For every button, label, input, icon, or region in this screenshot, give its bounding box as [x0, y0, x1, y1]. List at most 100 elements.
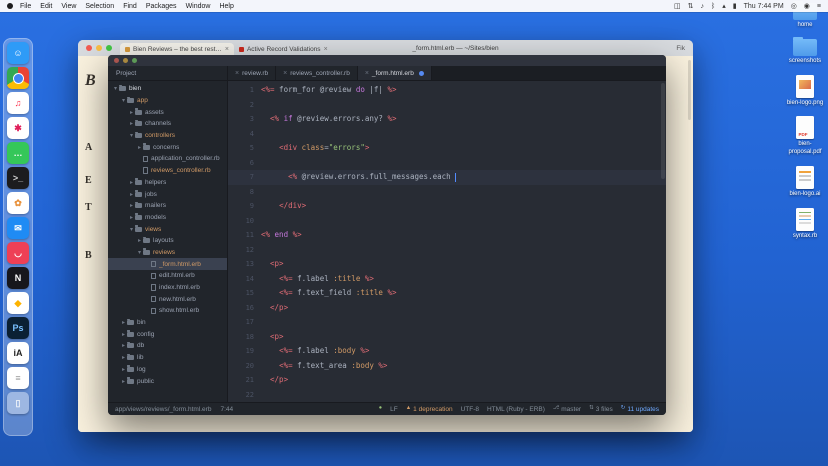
tree-item-bien[interactable]: ▾bien: [108, 83, 227, 95]
minimize-window-icon[interactable]: [123, 58, 128, 63]
browser-scrollbar[interactable]: [688, 60, 691, 120]
code-line-20[interactable]: 20 <%= f.text_area :body %>: [228, 359, 666, 374]
sketch-dock-icon[interactable]: ◆: [7, 292, 29, 314]
line-ending[interactable]: LF: [390, 406, 398, 413]
tree-item-app[interactable]: ▾app: [108, 95, 227, 107]
notion-dock-icon[interactable]: N: [7, 267, 29, 289]
tree-item-mailers[interactable]: ▸mailers: [108, 200, 227, 212]
tree-item-concerns[interactable]: ▸concerns: [108, 141, 227, 153]
syntax-rb[interactable]: syntax.rb: [783, 208, 827, 241]
code-line-17[interactable]: 17: [228, 315, 666, 330]
screenshots-folder[interactable]: screenshots: [783, 39, 827, 66]
code-line-22[interactable]: 22: [228, 388, 666, 403]
menu-item-help[interactable]: Help: [219, 3, 233, 10]
ia-writer-dock-icon[interactable]: iA: [7, 342, 29, 364]
close-icon[interactable]: ×: [283, 70, 287, 77]
bien-proposal-pdf[interactable]: bien-proposal.pdf: [783, 116, 827, 157]
sync-icon[interactable]: ⇅: [688, 3, 694, 10]
cursor-position[interactable]: 7:44: [220, 406, 233, 413]
trash-dock-icon[interactable]: ▯: [7, 392, 29, 414]
tree-item-jobs[interactable]: ▸jobs: [108, 188, 227, 200]
tree-item-public[interactable]: ▸public: [108, 375, 227, 387]
bien-logo-ai[interactable]: bien-logo.ai: [783, 166, 827, 199]
code-editor[interactable]: 1<%= form_for @review do |f| %>23 <% if …: [228, 81, 666, 402]
code-line-8[interactable]: 8: [228, 185, 666, 200]
battery-icon[interactable]: ▮: [733, 3, 737, 10]
terminal-dock-icon[interactable]: >_: [7, 167, 29, 189]
deprecation-warning[interactable]: ▲1 deprecation: [406, 406, 453, 413]
code-line-12[interactable]: 12: [228, 243, 666, 258]
menu-item-view[interactable]: View: [61, 3, 76, 10]
close-icon[interactable]: ×: [365, 70, 369, 77]
chrome-dock-icon[interactable]: [7, 67, 29, 89]
editor-tab-form-html-erb[interactable]: ×_form.html.erb: [358, 66, 432, 80]
pocket-dock-icon[interactable]: ◡: [7, 242, 29, 264]
menu-item-find[interactable]: Find: [123, 3, 137, 10]
menu-clock[interactable]: Thu 7:44 PM: [744, 3, 784, 10]
grammar[interactable]: HTML (Ruby - ERB): [487, 406, 545, 413]
code-line-2[interactable]: 2: [228, 98, 666, 113]
tree-item-new-html-erb[interactable]: new.html.erb: [108, 293, 227, 305]
wifi-icon[interactable]: ▴: [722, 3, 726, 10]
photos-dock-icon[interactable]: ✿: [7, 192, 29, 214]
close-icon[interactable]: ×: [225, 46, 229, 53]
tree-item-log[interactable]: ▸log: [108, 364, 227, 376]
dropbox-icon[interactable]: ◫: [674, 3, 681, 10]
tree-item-config[interactable]: ▸config: [108, 328, 227, 340]
code-line-4[interactable]: 4: [228, 127, 666, 142]
textedit-dock-icon[interactable]: ≡: [7, 367, 29, 389]
photoshop-dock-icon[interactable]: Ps: [7, 317, 29, 339]
tree-item-controllers[interactable]: ▾controllers: [108, 130, 227, 142]
bien-logo-image[interactable]: bien-logo.png: [783, 75, 827, 108]
tree-item-show-html-erb[interactable]: show.html.erb: [108, 305, 227, 317]
package-updates[interactable]: ↻11 updates: [621, 406, 659, 413]
close-icon[interactable]: ×: [235, 70, 239, 77]
close-window-icon[interactable]: [114, 58, 119, 63]
menu-item-selection[interactable]: Selection: [85, 3, 114, 10]
messages-dock-icon[interactable]: …: [7, 142, 29, 164]
tree-item-edit-html-erb[interactable]: edit.html.erb: [108, 270, 227, 282]
code-line-11[interactable]: 11<% end %>: [228, 228, 666, 243]
menu-item-packages[interactable]: Packages: [146, 3, 177, 10]
code-line-16[interactable]: 16 </p>: [228, 301, 666, 316]
menu-item-window[interactable]: Window: [186, 3, 211, 10]
code-line-3[interactable]: 3 <% if @review.errors.any? %>: [228, 112, 666, 127]
volume-icon[interactable]: ♪: [701, 3, 705, 10]
code-line-1[interactable]: 1<%= form_for @review do |f| %>: [228, 83, 666, 98]
tree-item-bin[interactable]: ▸bin: [108, 317, 227, 329]
menu-item-file[interactable]: File: [20, 3, 31, 10]
tree-item-index-html-erb[interactable]: index.html.erb: [108, 282, 227, 294]
git-files[interactable]: ⇅3 files: [589, 406, 613, 413]
mail-dock-icon[interactable]: ✉: [7, 217, 29, 239]
code-line-15[interactable]: 15 <%= f.text_field :title %>: [228, 286, 666, 301]
code-line-5[interactable]: 5 <div class="errors">: [228, 141, 666, 156]
editor-tab-reviews-controller-rb[interactable]: ×reviews_controller.rb: [276, 66, 358, 80]
tree-item-reviews[interactable]: ▾reviews: [108, 247, 227, 259]
tree-item-form-html-erb[interactable]: _form.html.erb: [108, 258, 227, 270]
close-window-icon[interactable]: [86, 45, 92, 51]
tree-item-views[interactable]: ▾views: [108, 223, 227, 235]
tree-item-helpers[interactable]: ▸helpers: [108, 177, 227, 189]
minimize-window-icon[interactable]: [96, 45, 102, 51]
tree-item-models[interactable]: ▸models: [108, 212, 227, 224]
code-line-7[interactable]: 7 <% @review.errors.full_messages.each: [228, 170, 666, 185]
bluetooth-icon[interactable]: ᛒ: [711, 3, 715, 10]
tree-item-layouts[interactable]: ▸layouts: [108, 235, 227, 247]
code-line-6[interactable]: 6: [228, 156, 666, 171]
editor-scrollbar[interactable]: [661, 83, 665, 179]
tree-item-application-controller-rb[interactable]: application_controller.rb: [108, 153, 227, 165]
menu-item-edit[interactable]: Edit: [40, 3, 52, 10]
code-line-9[interactable]: 9 </div>: [228, 199, 666, 214]
code-line-21[interactable]: 21 </p>: [228, 373, 666, 388]
code-line-10[interactable]: 10: [228, 214, 666, 229]
code-line-14[interactable]: 14 <%= f.label :title %>: [228, 272, 666, 287]
code-line-18[interactable]: 18 <p>: [228, 330, 666, 345]
encoding[interactable]: UTF-8: [461, 406, 479, 413]
music-dock-icon[interactable]: ♫: [7, 92, 29, 114]
project-tab[interactable]: Project: [108, 66, 228, 80]
notification-center-icon[interactable]: ≡: [817, 3, 821, 10]
git-branch[interactable]: ⎇master: [553, 406, 581, 413]
tree-item-channels[interactable]: ▸channels: [108, 118, 227, 130]
tree-item-assets[interactable]: ▸assets: [108, 106, 227, 118]
siri-icon[interactable]: ◉: [804, 3, 810, 10]
